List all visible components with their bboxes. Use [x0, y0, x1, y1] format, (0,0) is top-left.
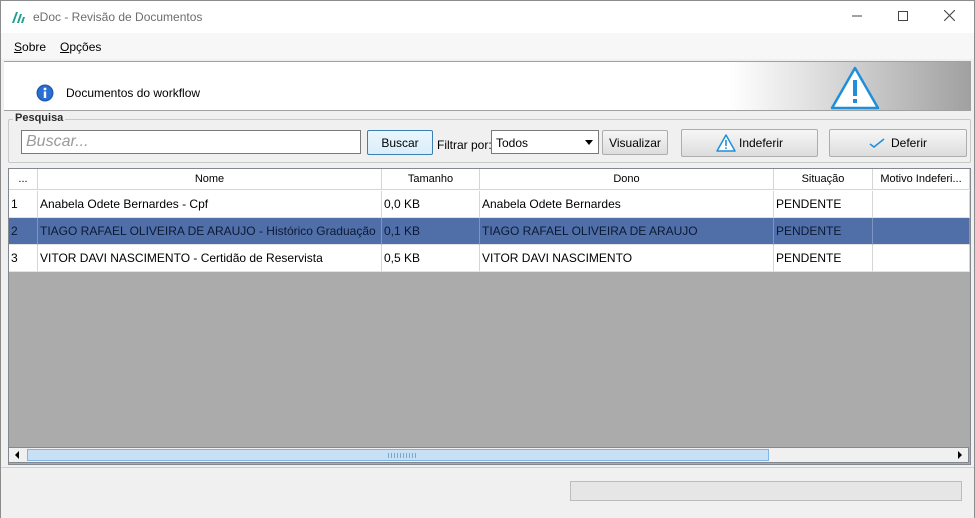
cell-tamanho: 0,5 KB: [382, 245, 480, 272]
menu-bar: Sobre Opções: [1, 33, 974, 59]
scrollbar-grip: [388, 453, 418, 458]
cell-tamanho: 0,0 KB: [382, 191, 480, 218]
cell-situacao: PENDENTE: [774, 191, 873, 218]
cell-motivo: [873, 218, 970, 245]
search-group: Pesquisa Buscar Filtrar por: Todos Visua…: [8, 112, 971, 163]
column-header-dono[interactable]: Dono: [480, 169, 774, 190]
filter-select[interactable]: Todos: [491, 130, 599, 154]
grid-header: ... Nome Tamanho Dono Situação Motivo In…: [9, 169, 970, 191]
maximize-button[interactable]: [880, 1, 926, 33]
cell-dono: Anabela Odete Bernardes: [480, 191, 774, 218]
cell-index: 1: [9, 191, 38, 218]
cell-motivo: [873, 245, 970, 272]
search-group-label: Pesquisa: [13, 112, 66, 124]
header-banner: Documentos do workflow: [4, 61, 971, 111]
cell-dono: TIAGO RAFAEL OLIVEIRA DE ARAUJO: [480, 218, 774, 245]
column-header-situacao[interactable]: Situação: [774, 169, 873, 190]
warning-icon: [716, 134, 736, 152]
window-title: eDoc - Revisão de Documentos: [33, 10, 203, 24]
documents-grid[interactable]: ... Nome Tamanho Dono Situação Motivo In…: [8, 168, 971, 465]
scrollbar-thumb[interactable]: [27, 449, 769, 461]
search-input[interactable]: [21, 130, 361, 154]
menu-opcoes[interactable]: Opções: [60, 40, 101, 54]
app-logo-icon: [11, 9, 27, 25]
status-area: [1, 467, 974, 518]
table-row[interactable]: 3 VITOR DAVI NASCIMENTO - Certidão de Re…: [9, 245, 970, 272]
warning-triangle-icon: [830, 66, 880, 110]
scroll-left-icon[interactable]: [9, 448, 25, 462]
cell-motivo: [873, 191, 970, 218]
main-window: eDoc - Revisão de Documentos Sobre Opçõe…: [0, 0, 975, 518]
title-bar: eDoc - Revisão de Documentos: [1, 1, 974, 33]
scroll-right-icon[interactable]: [952, 448, 968, 462]
cell-nome: TIAGO RAFAEL OLIVEIRA DE ARAUJO - Histór…: [38, 218, 382, 245]
cell-tamanho: 0,1 KB: [382, 218, 480, 245]
column-header-motivo[interactable]: Motivo Indeferi...: [873, 169, 970, 190]
indeferir-label: Indeferir: [738, 136, 784, 150]
progress-bar: [570, 481, 962, 501]
close-button[interactable]: [926, 1, 972, 33]
checkmark-icon: [869, 137, 885, 149]
table-row[interactable]: 1 Anabela Odete Bernardes - Cpf 0,0 KB A…: [9, 191, 970, 218]
deferir-label: Deferir: [890, 136, 927, 150]
cell-nome: VITOR DAVI NASCIMENTO - Certidão de Rese…: [38, 245, 382, 272]
cell-index: 2: [9, 218, 38, 245]
cell-index: 3: [9, 245, 38, 272]
buscar-button[interactable]: Buscar: [367, 130, 433, 155]
maximize-icon: [898, 10, 908, 24]
minimize-icon: [852, 10, 862, 24]
chevron-down-icon: [585, 140, 593, 145]
cell-dono: VITOR DAVI NASCIMENTO: [480, 245, 774, 272]
indeferir-button[interactable]: Indeferir: [681, 129, 818, 157]
header-title: Documentos do workflow: [66, 86, 201, 100]
column-header-index[interactable]: ...: [9, 169, 38, 190]
visualizar-button[interactable]: Visualizar: [602, 130, 668, 155]
cell-situacao: PENDENTE: [774, 218, 873, 245]
table-row-selected[interactable]: 2 TIAGO RAFAEL OLIVEIRA DE ARAUJO - Hist…: [9, 218, 970, 245]
column-header-tamanho[interactable]: Tamanho: [382, 169, 480, 190]
info-icon: [36, 84, 54, 102]
cell-nome: Anabela Odete Bernardes - Cpf: [38, 191, 382, 218]
close-icon: [943, 9, 955, 24]
minimize-button[interactable]: [834, 1, 880, 33]
filter-label: Filtrar por:: [437, 138, 492, 152]
cell-situacao: PENDENTE: [774, 245, 873, 272]
menu-sobre[interactable]: Sobre: [14, 40, 46, 54]
horizontal-scrollbar[interactable]: [8, 447, 969, 463]
deferir-button[interactable]: Deferir: [829, 129, 967, 157]
filter-select-value: Todos: [496, 136, 529, 150]
column-header-nome[interactable]: Nome: [38, 169, 382, 190]
